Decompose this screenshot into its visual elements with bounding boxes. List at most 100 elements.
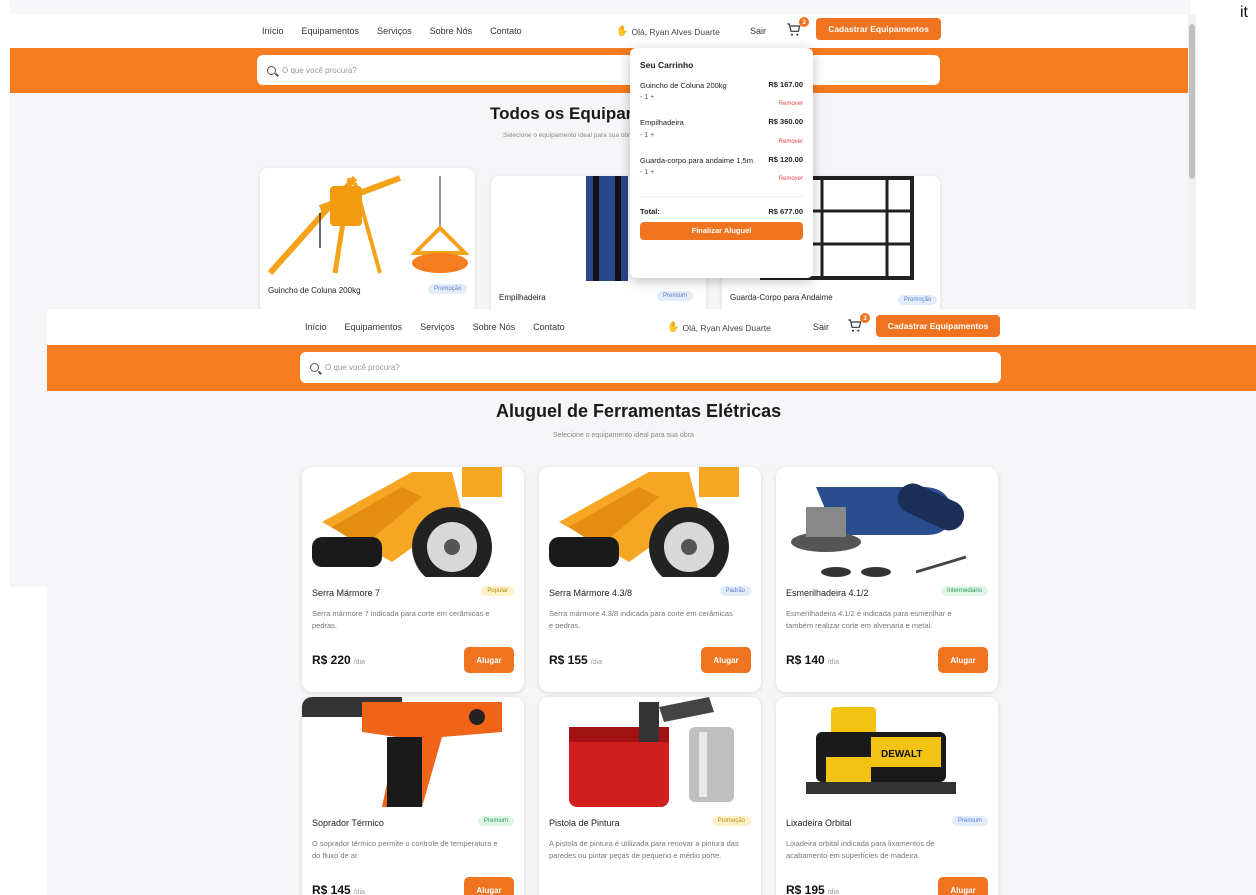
card-tag: Promoção — [428, 284, 468, 294]
product-card: Soprador Térmico Premium O soprador térm… — [302, 697, 524, 895]
card-name: Serra Mármore 4.3/8 — [549, 588, 633, 598]
product-card: Serra Mármore 4.3/8 Padrão Serra mármore… — [539, 467, 761, 692]
card-tag: Premium — [657, 291, 694, 301]
card-price: R$ 145/dia — [312, 883, 365, 895]
cart-total: Total: R$ 677.00 — [640, 195, 803, 216]
rent-button[interactable]: Alugar — [938, 877, 988, 895]
product-grid: Serra Mármore 7 Popular Serra mármore 7 … — [302, 467, 1002, 895]
remove-link[interactable]: Remover — [640, 176, 803, 182]
screenshot-tools-view: Início Equipamentos Serviços Sobre Nós C… — [47, 309, 1256, 895]
quantity-stepper[interactable]: - 1 + — [640, 94, 803, 101]
nav-contato[interactable]: Contato — [533, 322, 565, 332]
cart-item-price: R$ 167.00 — [768, 80, 803, 89]
nav-sobre[interactable]: Sobre Nós — [430, 26, 473, 36]
nav-inicio[interactable]: Início — [305, 322, 327, 332]
card-description: Esmerilhadeira 4.1/2 é indicada para esm… — [786, 609, 952, 630]
corner-text: it — [1240, 4, 1248, 21]
cart-button[interactable]: 3 — [786, 17, 809, 38]
card-tag: Padrão — [719, 586, 751, 596]
card-name: Pistola de Pintura — [549, 818, 620, 828]
cart-item: Guarda-corpo para andaime 1,5m R$ 120.00 … — [640, 155, 803, 182]
nav-sobre[interactable]: Sobre Nós — [473, 322, 516, 332]
card-name: Guarda-Corpo para Andaime — [730, 293, 833, 302]
cart-item: Guincho de Coluna 200kg R$ 167.00 - 1 + R… — [640, 80, 803, 107]
search-field[interactable]: O que você procura? — [300, 352, 1001, 383]
card-name: Serra Mármore 7 — [312, 588, 381, 598]
logout-link[interactable]: Sair — [750, 26, 766, 36]
user-greeting: ✋ Olá, Ryan Alves Duarte — [616, 26, 720, 37]
card-tag: Premium — [477, 816, 514, 826]
wave-icon: ✋ — [667, 322, 680, 333]
product-card: DEWALT Lixadeira Orbital Premium Lixadei… — [776, 697, 998, 895]
grinder-image — [776, 467, 998, 577]
saw-image — [302, 467, 524, 577]
user-greeting: ✋ Olá, Ryan Alves Duarte — [667, 322, 771, 333]
scrollbar-thumb[interactable] — [1189, 24, 1195, 179]
sander-image: DEWALT — [776, 697, 998, 807]
logout-link[interactable]: Sair — [813, 322, 829, 332]
card-name: Empilhadeira — [499, 293, 546, 302]
rent-button[interactable]: Alugar — [464, 877, 514, 895]
cart-item-name: Empilhadeira — [640, 118, 684, 128]
cart-item-price: R$ 120.00 — [768, 154, 803, 164]
remove-link[interactable]: Remover — [640, 139, 803, 145]
quantity-stepper[interactable]: - 1 + — [640, 169, 803, 176]
card-tag: Intermediário — [940, 586, 988, 596]
cart-item-name: Guarda-corpo para andaime 1,5m — [640, 155, 753, 165]
search-icon — [267, 65, 276, 75]
search-band: O que você procura? — [47, 345, 1256, 391]
product-card: Guincho de Coluna 200kg Promoção — [260, 168, 475, 313]
card-tag: Premium — [951, 816, 988, 826]
card-name: Guincho de Coluna 200kg — [268, 286, 361, 295]
page-title: Aluguel de Ferramentas Elétricas — [496, 401, 782, 421]
winch-image — [267, 175, 470, 276]
greeting-text: Olá, Ryan Alves Duarte — [682, 322, 771, 333]
card-price: R$ 195/dia — [786, 883, 839, 895]
page-subtitle: Selecione o equipamento ideal para sua o… — [503, 132, 634, 139]
cart-item-name: Guincho de Coluna 200kg — [640, 81, 727, 90]
cart-badge: 3 — [860, 313, 870, 323]
product-card: Serra Mármore 7 Popular Serra mármore 7 … — [302, 467, 524, 692]
rent-button[interactable]: Alugar — [938, 647, 988, 673]
checkout-button[interactable]: Finalizar Aluguel — [640, 221, 803, 240]
remove-link[interactable]: Remover — [640, 101, 803, 107]
card-price: R$ 140/dia — [786, 653, 839, 667]
nav-servicos[interactable]: Serviços — [377, 26, 412, 36]
card-tag: Promoção — [898, 295, 938, 305]
saw-image — [539, 467, 761, 577]
nav-inicio[interactable]: Início — [262, 26, 284, 36]
total-value: R$ 677.00 — [768, 206, 803, 216]
quantity-stepper[interactable]: - 1 + — [640, 132, 803, 139]
card-description: Lixadeira orbital indicada para lixament… — [786, 839, 935, 860]
card-tag: Promoção — [711, 816, 751, 826]
rent-button[interactable]: Alugar — [701, 647, 751, 673]
card-description: O soprador térmico permite o controle de… — [312, 839, 498, 860]
cart-badge: 3 — [799, 17, 809, 27]
nav-equipamentos[interactable]: Equipamentos — [345, 322, 403, 332]
rent-button[interactable]: Alugar — [464, 647, 514, 673]
cart-item-price: R$ 360.00 — [768, 117, 803, 127]
register-equipment-button[interactable]: Cadastrar Equipamentos — [876, 315, 1000, 337]
search-field[interactable]: O que você procura? — [257, 55, 940, 85]
register-equipment-button[interactable]: Cadastrar Equipamentos — [816, 18, 941, 40]
card-name: Esmerilhadeira 4.1/2 — [786, 588, 869, 598]
cart-title: Seu Carrinho — [640, 60, 694, 70]
scrollbar[interactable] — [1188, 14, 1196, 314]
search-icon — [310, 363, 319, 372]
card-name: Lixadeira Orbital — [786, 818, 852, 828]
spray-image — [539, 697, 761, 807]
page-subtitle: Selecione o equipamento ideal para sua o… — [553, 432, 694, 439]
main-nav: Início Equipamentos Serviços Sobre Nós C… — [305, 322, 583, 332]
nav-contato[interactable]: Contato — [490, 26, 522, 36]
nav-servicos[interactable]: Serviços — [420, 322, 455, 332]
main-nav: Início Equipamentos Serviços Sobre Nós C… — [262, 26, 540, 36]
search-placeholder: O que você procura? — [325, 363, 400, 372]
card-name: Soprador Térmico — [312, 818, 384, 828]
cart-button[interactable]: 3 — [847, 313, 870, 334]
cart-item: Empilhadeira R$ 360.00 - 1 + Remover — [640, 117, 803, 144]
card-tag: Popular — [481, 586, 514, 596]
card-description: Serra mármore 7 indicada para corte em c… — [312, 609, 490, 630]
card-description: A pistola de pintura é utilizada para re… — [549, 839, 739, 860]
svg-text:DEWALT: DEWALT — [881, 749, 922, 760]
nav-equipamentos[interactable]: Equipamentos — [302, 26, 360, 36]
